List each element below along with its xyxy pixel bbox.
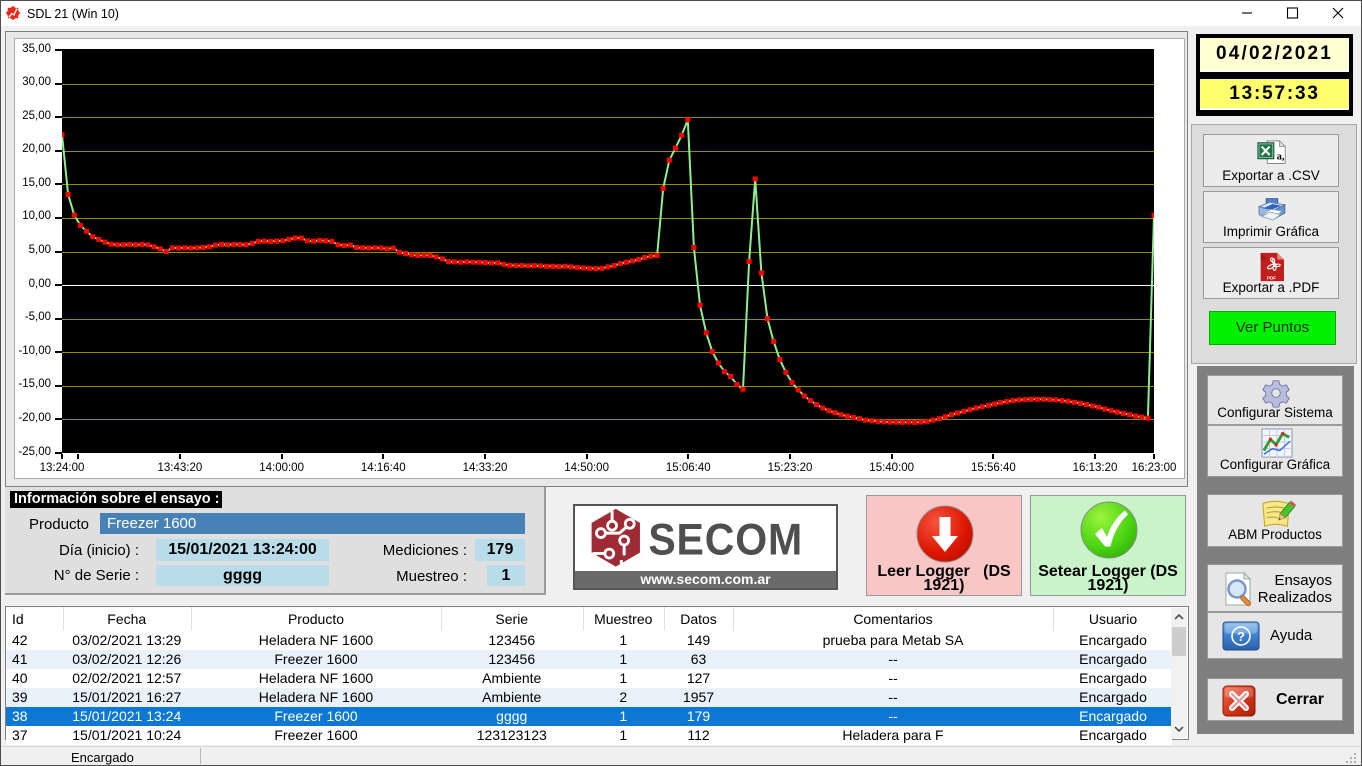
svg-text:SECOM: SECOM	[648, 515, 803, 565]
svg-text:a,: a,	[1277, 152, 1285, 163]
svg-text:?: ?	[1237, 629, 1245, 644]
